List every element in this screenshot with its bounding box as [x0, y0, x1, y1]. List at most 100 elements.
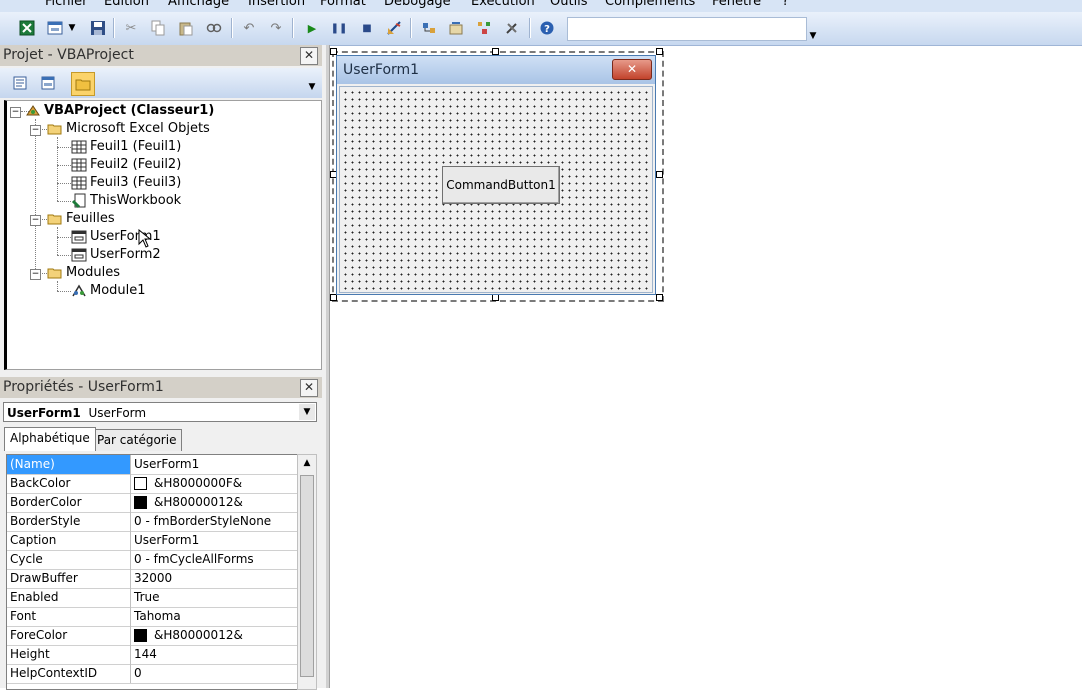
help-icon[interactable]: ?	[537, 18, 557, 38]
toolbar-options-icon[interactable]: ▼	[806, 31, 820, 43]
prop-value[interactable]: 32000	[134, 569, 294, 588]
folder-collapse-icon[interactable]: −	[30, 125, 41, 136]
project-explorer-icon[interactable]	[419, 18, 439, 38]
paste-icon[interactable]	[176, 18, 196, 38]
prop-value[interactable]: &H80000012&	[134, 493, 294, 512]
properties-icon[interactable]	[446, 18, 466, 38]
command-button-1[interactable]: CommandButton1	[442, 166, 560, 204]
userform-titlebar[interactable]: UserForm1 ✕	[337, 56, 655, 84]
resize-handle[interactable]	[330, 294, 337, 301]
chevron-down-icon[interactable]: ▼	[299, 404, 315, 420]
prop-value[interactable]: 0 - fmBorderStyleNone	[134, 512, 294, 531]
properties-title-text: Propriétés - UserForm1	[3, 379, 164, 395]
save-icon[interactable]	[88, 18, 108, 38]
prop-row-forecolor[interactable]: ForeColor &H80000012&	[7, 626, 297, 646]
tree-folder-modules[interactable]: Modules	[47, 264, 120, 282]
prop-row-height[interactable]: Height 144	[7, 645, 297, 665]
toolbox-icon[interactable]	[502, 18, 522, 38]
prop-value[interactable]: 144	[134, 645, 294, 664]
menu-edition[interactable]: Edition	[104, 0, 149, 9]
menu-complements[interactable]: Compléments	[605, 0, 695, 9]
dropdown-icon[interactable]: ▼	[65, 18, 79, 38]
prop-value-text: 32000	[134, 571, 173, 585]
project-toolbar-options-icon[interactable]: ▼	[305, 80, 319, 94]
properties-scrollbar[interactable]: ▲	[297, 454, 317, 690]
tree-item-feuil3[interactable]: Feuil3 (Feuil3)	[71, 174, 181, 192]
undo-icon[interactable]: ↶	[239, 18, 259, 38]
view-object-icon[interactable]	[37, 72, 59, 94]
pause-icon[interactable]: ❚❚	[329, 18, 349, 38]
tree-line	[57, 183, 71, 184]
prop-value[interactable]: UserForm1	[134, 455, 294, 474]
tree-item-module1[interactable]: Module1	[71, 282, 146, 300]
tree-folder-excel-objects[interactable]: Microsoft Excel Objets	[47, 120, 210, 138]
menu-help[interactable]: ?	[782, 0, 789, 9]
view-code-icon[interactable]	[9, 72, 31, 94]
scroll-up-icon[interactable]: ▲	[298, 455, 316, 471]
tree-folder-feuilles[interactable]: Feuilles	[47, 210, 115, 228]
resize-handle[interactable]	[330, 48, 337, 55]
prop-value[interactable]: True	[134, 588, 294, 607]
prop-row-drawbuffer[interactable]: DrawBuffer 32000	[7, 569, 297, 589]
resize-handle[interactable]	[656, 294, 663, 301]
object-browser-icon[interactable]	[474, 18, 494, 38]
menu-outils[interactable]: Outils	[550, 0, 588, 9]
tree-item-thisworkbook[interactable]: ThisWorkbook	[71, 192, 181, 210]
prop-value[interactable]: UserForm1	[134, 531, 294, 550]
prop-row-bordercolor[interactable]: BorderColor &H80000012&	[7, 493, 297, 513]
prop-row-borderstyle[interactable]: BorderStyle 0 - fmBorderStyleNone	[7, 512, 297, 532]
prop-name: Caption	[7, 531, 131, 550]
userform-window[interactable]: UserForm1 ✕ CommandButton1	[336, 55, 656, 295]
root-collapse-icon[interactable]: −	[10, 107, 21, 118]
project-close-button[interactable]: ✕	[300, 47, 318, 65]
tab-par-categorie[interactable]: Par catégorie	[91, 429, 183, 451]
resize-handle[interactable]	[492, 48, 499, 55]
userform-insert-icon[interactable]	[45, 18, 65, 38]
folder-collapse-icon[interactable]: −	[30, 215, 41, 226]
toolbar-combo-box[interactable]	[567, 17, 807, 41]
menu-fenetre[interactable]: Fenêtre	[712, 0, 761, 9]
resize-handle[interactable]	[492, 294, 499, 301]
object-selector[interactable]: UserForm1 UserForm ▼	[3, 402, 317, 422]
copy-icon[interactable]	[148, 18, 168, 38]
menu-affichage[interactable]: Affichage	[168, 0, 229, 9]
prop-row-backcolor[interactable]: BackColor &H8000000F&	[7, 474, 297, 494]
prop-row-enabled[interactable]: Enabled True	[7, 588, 297, 608]
redo-icon[interactable]: ↷	[266, 18, 286, 38]
tree-item-feuil1[interactable]: Feuil1 (Feuil1)	[71, 138, 181, 156]
design-mode-icon[interactable]	[384, 18, 404, 38]
resize-handle[interactable]	[656, 48, 663, 55]
scrollbar-thumb[interactable]	[300, 475, 314, 677]
prop-row-helpcontextid[interactable]: HelpContextID 0	[7, 664, 297, 684]
prop-value[interactable]: &H80000012&	[134, 626, 294, 645]
run-icon[interactable]: ▶	[302, 18, 322, 38]
find-icon[interactable]	[204, 18, 224, 38]
excel-icon[interactable]	[17, 18, 37, 38]
prop-value[interactable]: 0 - fmCycleAllForms	[134, 550, 294, 569]
menu-fichier[interactable]: Fichier	[45, 0, 88, 9]
tree-item-feuil2[interactable]: Feuil2 (Feuil2)	[71, 156, 181, 174]
prop-value[interactable]: 0	[134, 664, 294, 683]
userform-close-button[interactable]: ✕	[612, 59, 652, 80]
properties-close-button[interactable]: ✕	[300, 379, 318, 397]
prop-row-caption[interactable]: Caption UserForm1	[7, 531, 297, 551]
cut-icon[interactable]: ✂	[121, 18, 141, 38]
resize-handle[interactable]	[656, 171, 663, 178]
prop-value[interactable]: Tahoma	[134, 607, 294, 626]
prop-row-name[interactable]: (Name) UserForm1	[7, 455, 297, 475]
prop-row-font[interactable]: Font Tahoma	[7, 607, 297, 627]
tree-root-label: VBAProject (Classeur1)	[44, 103, 215, 118]
menu-execution[interactable]: Exécution	[471, 0, 535, 9]
folder-collapse-icon[interactable]: −	[30, 269, 41, 280]
toggle-folders-icon[interactable]	[71, 72, 95, 96]
menu-insertion[interactable]: Insertion	[248, 0, 305, 9]
userform-grid-canvas[interactable]: CommandButton1	[339, 86, 653, 293]
stop-icon[interactable]: ■	[357, 18, 377, 38]
prop-row-cycle[interactable]: Cycle 0 - fmCycleAllForms	[7, 550, 297, 570]
menu-format[interactable]: Format	[320, 0, 366, 9]
tab-alphabetique[interactable]: Alphabétique	[4, 427, 96, 451]
menu-debogage[interactable]: Débogage	[384, 0, 451, 9]
prop-value[interactable]: &H8000000F&	[134, 474, 294, 493]
tree-line	[57, 291, 71, 292]
tree-root[interactable]: VBAProject (Classeur1)	[25, 102, 214, 120]
